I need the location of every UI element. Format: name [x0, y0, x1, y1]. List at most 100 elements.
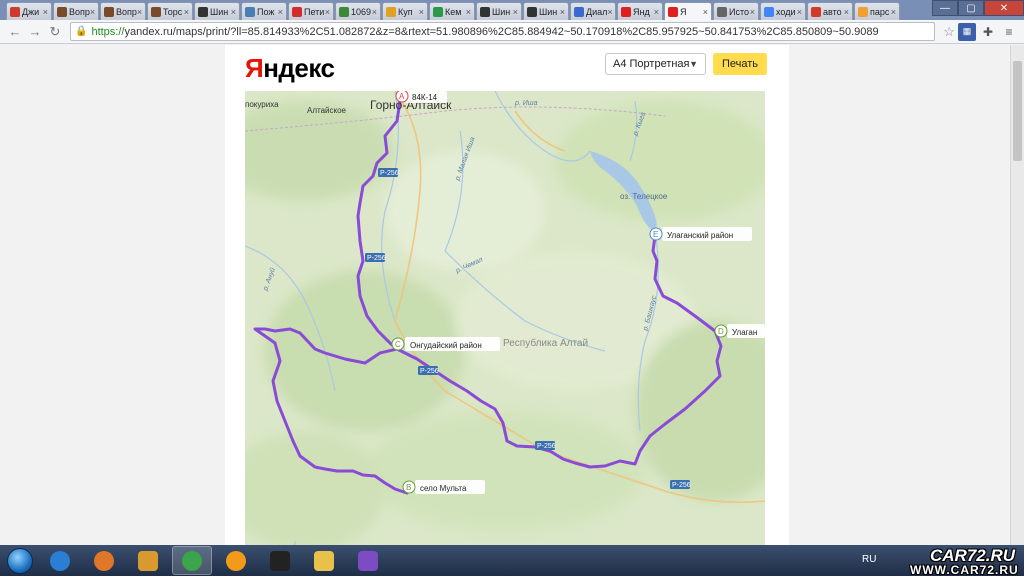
tab-close-icon[interactable]: ×	[90, 7, 95, 17]
start-button[interactable]	[0, 545, 40, 576]
browser-tab[interactable]: Куп ×	[382, 2, 428, 20]
globe-icon	[339, 6, 349, 17]
waypoint-a[interactable]: A 84К-14	[395, 91, 447, 103]
menu-icon[interactable]: ≡	[1000, 23, 1018, 41]
waypoint-label: Улаган	[732, 328, 757, 337]
waypoint-c[interactable]: C Онгудайский район	[391, 337, 500, 351]
tab-close-icon[interactable]: ×	[703, 7, 708, 17]
waypoint-e[interactable]: E Улаганский район	[649, 227, 752, 241]
taskbar-app[interactable]	[260, 546, 300, 575]
tab-close-icon[interactable]: ×	[607, 7, 612, 17]
forward-button[interactable]: →	[26, 23, 44, 41]
car72-icon	[10, 6, 20, 17]
language-indicator[interactable]: RU	[862, 554, 876, 565]
taskbar-app[interactable]	[128, 546, 168, 575]
tab-title: авто	[823, 6, 842, 17]
print-sheet: Яндекс А4 Портретная ▼ Печать Р-256 Р-25…	[225, 45, 789, 545]
village-label-altaiskoe: Алтайское	[307, 106, 347, 115]
tab-title: Исто	[729, 6, 749, 17]
scrollbar-thumb[interactable]	[1013, 61, 1022, 161]
chevron-down-icon: ▼	[689, 59, 698, 69]
tab-close-icon[interactable]: ×	[560, 7, 565, 17]
page-scrollbar[interactable]	[1010, 45, 1024, 545]
browser-tab[interactable]: парс ×	[854, 2, 900, 20]
lake-label-teletskoe: оз. Телецкое	[620, 192, 668, 201]
browser-tab[interactable]: Шин ×	[194, 2, 240, 20]
browser-tab[interactable]: Диал ×	[570, 2, 616, 20]
taskbar-app[interactable]	[40, 546, 80, 575]
reload-button[interactable]: ↻	[46, 23, 64, 41]
tab-close-icon[interactable]: ×	[797, 7, 802, 17]
browser-tab[interactable]: Джи ×	[6, 2, 52, 20]
tab-title: Янд	[633, 6, 650, 17]
tab-close-icon[interactable]: ×	[278, 7, 283, 17]
browser-tab[interactable]: авто ×	[807, 2, 853, 20]
tire-icon	[198, 6, 208, 17]
tab-close-icon[interactable]: ×	[844, 7, 849, 17]
print-button[interactable]: Печать	[713, 53, 767, 75]
browser-tab[interactable]: Пети ×	[288, 2, 334, 20]
taskbar-app[interactable]	[172, 546, 212, 575]
browser-tab[interactable]: Пож ×	[241, 2, 287, 20]
puzzle-extension-icon[interactable]: ✚	[979, 23, 997, 41]
browser-tab[interactable]: Вопр ×	[53, 2, 99, 20]
tab-close-icon[interactable]: ×	[137, 7, 142, 17]
browser-tab[interactable]: Торс ×	[147, 2, 193, 20]
svg-text:Р-256: Р-256	[367, 255, 386, 262]
media-player-icon	[138, 550, 158, 571]
tab-close-icon[interactable]: ×	[891, 7, 896, 17]
back-button[interactable]: ←	[6, 23, 24, 41]
close-window-button[interactable]: ✕	[984, 0, 1024, 16]
forum-icon	[57, 6, 67, 17]
minimize-button[interactable]: —	[932, 0, 958, 16]
tab-title: Я	[680, 6, 687, 17]
browser-tab[interactable]: 1069 ×	[335, 2, 381, 20]
browser-tab[interactable]: Янд ×	[617, 2, 663, 20]
browser-tab[interactable]: ходи ×	[760, 2, 806, 20]
taskbar-app[interactable]	[348, 546, 388, 575]
browser-tab-strip: Джи × Вопр × Вопр × Торс × Шин × Пож × Пети × 1069 × Куп…	[0, 0, 1024, 20]
waypoint-letter: C	[395, 340, 401, 349]
window-controls: — ▢ ✕	[932, 0, 1024, 18]
browser-tab[interactable]: Я ×	[664, 2, 712, 20]
waypoint-letter: A	[399, 92, 405, 101]
browser-tab[interactable]: Шин ×	[523, 2, 569, 20]
tab-title: Диал	[586, 6, 608, 17]
tab-close-icon[interactable]: ×	[654, 7, 659, 17]
chrome-icon	[182, 550, 202, 571]
tab-close-icon[interactable]: ×	[184, 7, 189, 17]
browser-tab[interactable]: Исто ×	[713, 2, 759, 20]
tab-close-icon[interactable]: ×	[372, 7, 377, 17]
taskbar-app[interactable]	[84, 546, 124, 575]
tab-close-icon[interactable]: ×	[750, 7, 755, 17]
tab-close-icon[interactable]: ×	[513, 7, 518, 17]
browser-tab[interactable]: Кем ×	[429, 2, 475, 20]
taskbar-app[interactable]	[304, 546, 344, 575]
tab-title: Шин	[539, 6, 558, 17]
tab-close-icon[interactable]: ×	[419, 7, 424, 17]
waypoint-b[interactable]: B село Мульта	[402, 480, 485, 494]
tab-title: Вопр	[116, 6, 137, 17]
tab-close-icon[interactable]: ×	[325, 7, 330, 17]
address-bar[interactable]: 🔒 https:// yandex.ru/maps/print/?ll=85.8…	[70, 22, 936, 41]
google-icon	[764, 6, 774, 17]
browser-tab[interactable]: Вопр ×	[100, 2, 146, 20]
car72-icon	[811, 6, 821, 17]
tab-close-icon[interactable]: ×	[231, 7, 236, 17]
extension-icon[interactable]: ▦	[958, 22, 976, 41]
maximize-button[interactable]: ▢	[958, 0, 984, 16]
bookmark-star-icon[interactable]: ☆	[943, 24, 955, 40]
taskbar-app[interactable]	[216, 546, 256, 575]
orange-app-icon	[226, 550, 246, 571]
yandex-logo[interactable]: Яндекс	[245, 53, 335, 84]
tab-close-icon[interactable]: ×	[43, 7, 48, 17]
petition-icon	[292, 6, 302, 17]
video-icon	[574, 6, 584, 17]
paper-format-select[interactable]: А4 Портретная ▼	[605, 53, 706, 75]
sheet-icon	[433, 6, 443, 17]
tab-close-icon[interactable]: ×	[466, 7, 471, 17]
route-map[interactable]: Р-256 Р-256 Р-256 Р-256 Р-256 Горно-Алта…	[245, 91, 765, 545]
waypoint-d[interactable]: D Улаган	[714, 324, 765, 338]
tab-title: Пети	[304, 6, 325, 17]
browser-tab[interactable]: Шин ×	[476, 2, 522, 20]
